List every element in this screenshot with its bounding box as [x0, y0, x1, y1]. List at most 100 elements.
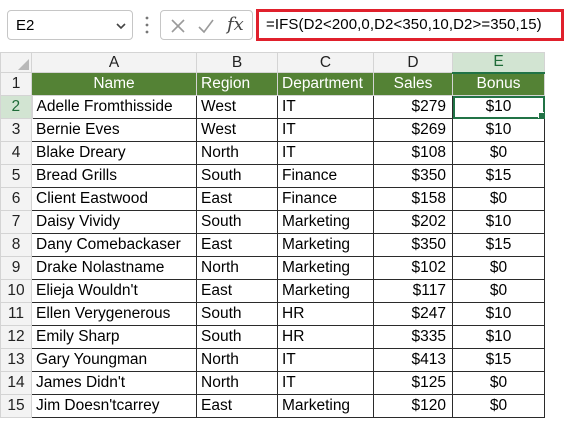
- cell-department[interactable]: Finance: [277, 164, 374, 188]
- fill-handle[interactable]: [538, 112, 544, 118]
- cell-region[interactable]: North: [196, 256, 278, 280]
- cell-name[interactable]: Ellen Verygenerous: [31, 302, 197, 326]
- cell-sales[interactable]: $108: [373, 141, 453, 165]
- cell-name[interactable]: Client Eastwood: [31, 187, 197, 211]
- cell-name[interactable]: James Didn't: [31, 371, 197, 395]
- cell-sales[interactable]: $202: [373, 210, 453, 234]
- cell-region[interactable]: East: [196, 187, 278, 211]
- cell-bonus[interactable]: $15: [452, 348, 545, 372]
- cell-bonus[interactable]: $10: [452, 118, 545, 142]
- cell-department[interactable]: Marketing: [277, 256, 374, 280]
- row-header[interactable]: 15: [0, 394, 32, 418]
- cell-name[interactable]: Adelle Fromthisside: [31, 95, 197, 119]
- cell-bonus[interactable]: $0: [452, 256, 545, 280]
- cell-sales[interactable]: $413: [373, 348, 453, 372]
- cell-sales[interactable]: $120: [373, 394, 453, 418]
- cell-region[interactable]: North: [196, 371, 278, 395]
- cell-sales[interactable]: $125: [373, 371, 453, 395]
- cell-sales[interactable]: $350: [373, 164, 453, 188]
- cell-bonus[interactable]: $0: [452, 394, 545, 418]
- enter-check-icon[interactable]: [197, 17, 215, 35]
- row-header[interactable]: 6: [0, 187, 32, 211]
- insert-function-icon[interactable]: fx: [227, 14, 244, 35]
- cell-region[interactable]: East: [196, 233, 278, 257]
- cell-department[interactable]: Marketing: [277, 210, 374, 234]
- cell-region[interactable]: East: [196, 279, 278, 303]
- cell-name[interactable]: Bread Grills: [31, 164, 197, 188]
- row-header[interactable]: 3: [0, 118, 32, 142]
- cell-department[interactable]: IT: [277, 348, 374, 372]
- active-cell[interactable]: $10: [452, 95, 545, 119]
- row-header[interactable]: 4: [0, 141, 32, 165]
- row-header[interactable]: 8: [0, 233, 32, 257]
- cell-bonus[interactable]: $15: [452, 233, 545, 257]
- cell-name[interactable]: Bernie Eves: [31, 118, 197, 142]
- formula-input[interactable]: =IFS(D2<200,0,D2<350,10,D2>=350,15): [256, 9, 564, 41]
- column-header-e[interactable]: E: [452, 52, 545, 74]
- cell-sales[interactable]: $117: [373, 279, 453, 303]
- column-header-c[interactable]: C: [277, 52, 374, 73]
- cell-region[interactable]: South: [196, 302, 278, 326]
- cell-sales[interactable]: $279: [373, 95, 453, 119]
- cell-region[interactable]: North: [196, 141, 278, 165]
- row-header[interactable]: 9: [0, 256, 32, 280]
- cell-region[interactable]: East: [196, 394, 278, 418]
- cell-department[interactable]: IT: [277, 371, 374, 395]
- more-options-icon[interactable]: [144, 14, 150, 36]
- cell-region[interactable]: South: [196, 325, 278, 349]
- cell-sales[interactable]: $247: [373, 302, 453, 326]
- header-cell-bonus[interactable]: Bonus: [452, 72, 545, 96]
- column-header-a[interactable]: A: [31, 52, 197, 73]
- cell-sales[interactable]: $335: [373, 325, 453, 349]
- cell-department[interactable]: Marketing: [277, 279, 374, 303]
- row-header[interactable]: 7: [0, 210, 32, 234]
- cell-department[interactable]: Marketing: [277, 233, 374, 257]
- cell-department[interactable]: IT: [277, 141, 374, 165]
- cell-region[interactable]: North: [196, 348, 278, 372]
- cell-name[interactable]: Gary Youngman: [31, 348, 197, 372]
- cell-name[interactable]: Drake Nolastname: [31, 256, 197, 280]
- cell-department[interactable]: Finance: [277, 187, 374, 211]
- column-header-d[interactable]: D: [373, 52, 453, 73]
- cell-department[interactable]: Marketing: [277, 394, 374, 418]
- cell-name[interactable]: Dany Comebackaser: [31, 233, 197, 257]
- cell-bonus[interactable]: $15: [452, 164, 545, 188]
- cell-bonus[interactable]: $10: [452, 210, 545, 234]
- header-cell-name[interactable]: Name: [31, 72, 197, 96]
- header-cell-department[interactable]: Department: [277, 72, 374, 96]
- cell-sales[interactable]: $350: [373, 233, 453, 257]
- cell-region[interactable]: West: [196, 118, 278, 142]
- header-cell-region[interactable]: Region: [196, 72, 278, 96]
- column-header-b[interactable]: B: [196, 52, 278, 73]
- cell-sales[interactable]: $158: [373, 187, 453, 211]
- cell-sales[interactable]: $269: [373, 118, 453, 142]
- select-all-corner[interactable]: [0, 52, 32, 73]
- row-header[interactable]: 2: [0, 95, 33, 119]
- row-header[interactable]: 5: [0, 164, 32, 188]
- row-header[interactable]: 13: [0, 348, 32, 372]
- cell-bonus[interactable]: $0: [452, 141, 545, 165]
- cell-bonus[interactable]: $10: [452, 325, 545, 349]
- cell-bonus[interactable]: $0: [452, 187, 545, 211]
- row-header[interactable]: 14: [0, 371, 32, 395]
- cell-name[interactable]: Emily Sharp: [31, 325, 197, 349]
- cell-department[interactable]: IT: [277, 118, 374, 142]
- cell-region[interactable]: South: [196, 210, 278, 234]
- cell-bonus[interactable]: $0: [452, 371, 545, 395]
- cell-region[interactable]: South: [196, 164, 278, 188]
- cell-region[interactable]: West: [196, 95, 278, 119]
- name-box[interactable]: E2: [7, 10, 133, 40]
- cell-name[interactable]: Jim Doesn'tcarrey: [31, 394, 197, 418]
- row-header[interactable]: 10: [0, 279, 32, 303]
- header-cell-sales[interactable]: Sales: [373, 72, 453, 96]
- cell-bonus[interactable]: $0: [452, 279, 545, 303]
- row-header[interactable]: 11: [0, 302, 32, 326]
- cell-name[interactable]: Elieja Wouldn't: [31, 279, 197, 303]
- chevron-down-icon[interactable]: [114, 19, 128, 33]
- cell-sales[interactable]: $102: [373, 256, 453, 280]
- row-header[interactable]: 1: [0, 72, 32, 96]
- cancel-x-icon[interactable]: [169, 17, 187, 35]
- name-box-value[interactable]: E2: [16, 17, 34, 34]
- cell-department[interactable]: HR: [277, 302, 374, 326]
- formula-text[interactable]: =IFS(D2<200,0,D2<350,10,D2>=350,15): [266, 16, 542, 33]
